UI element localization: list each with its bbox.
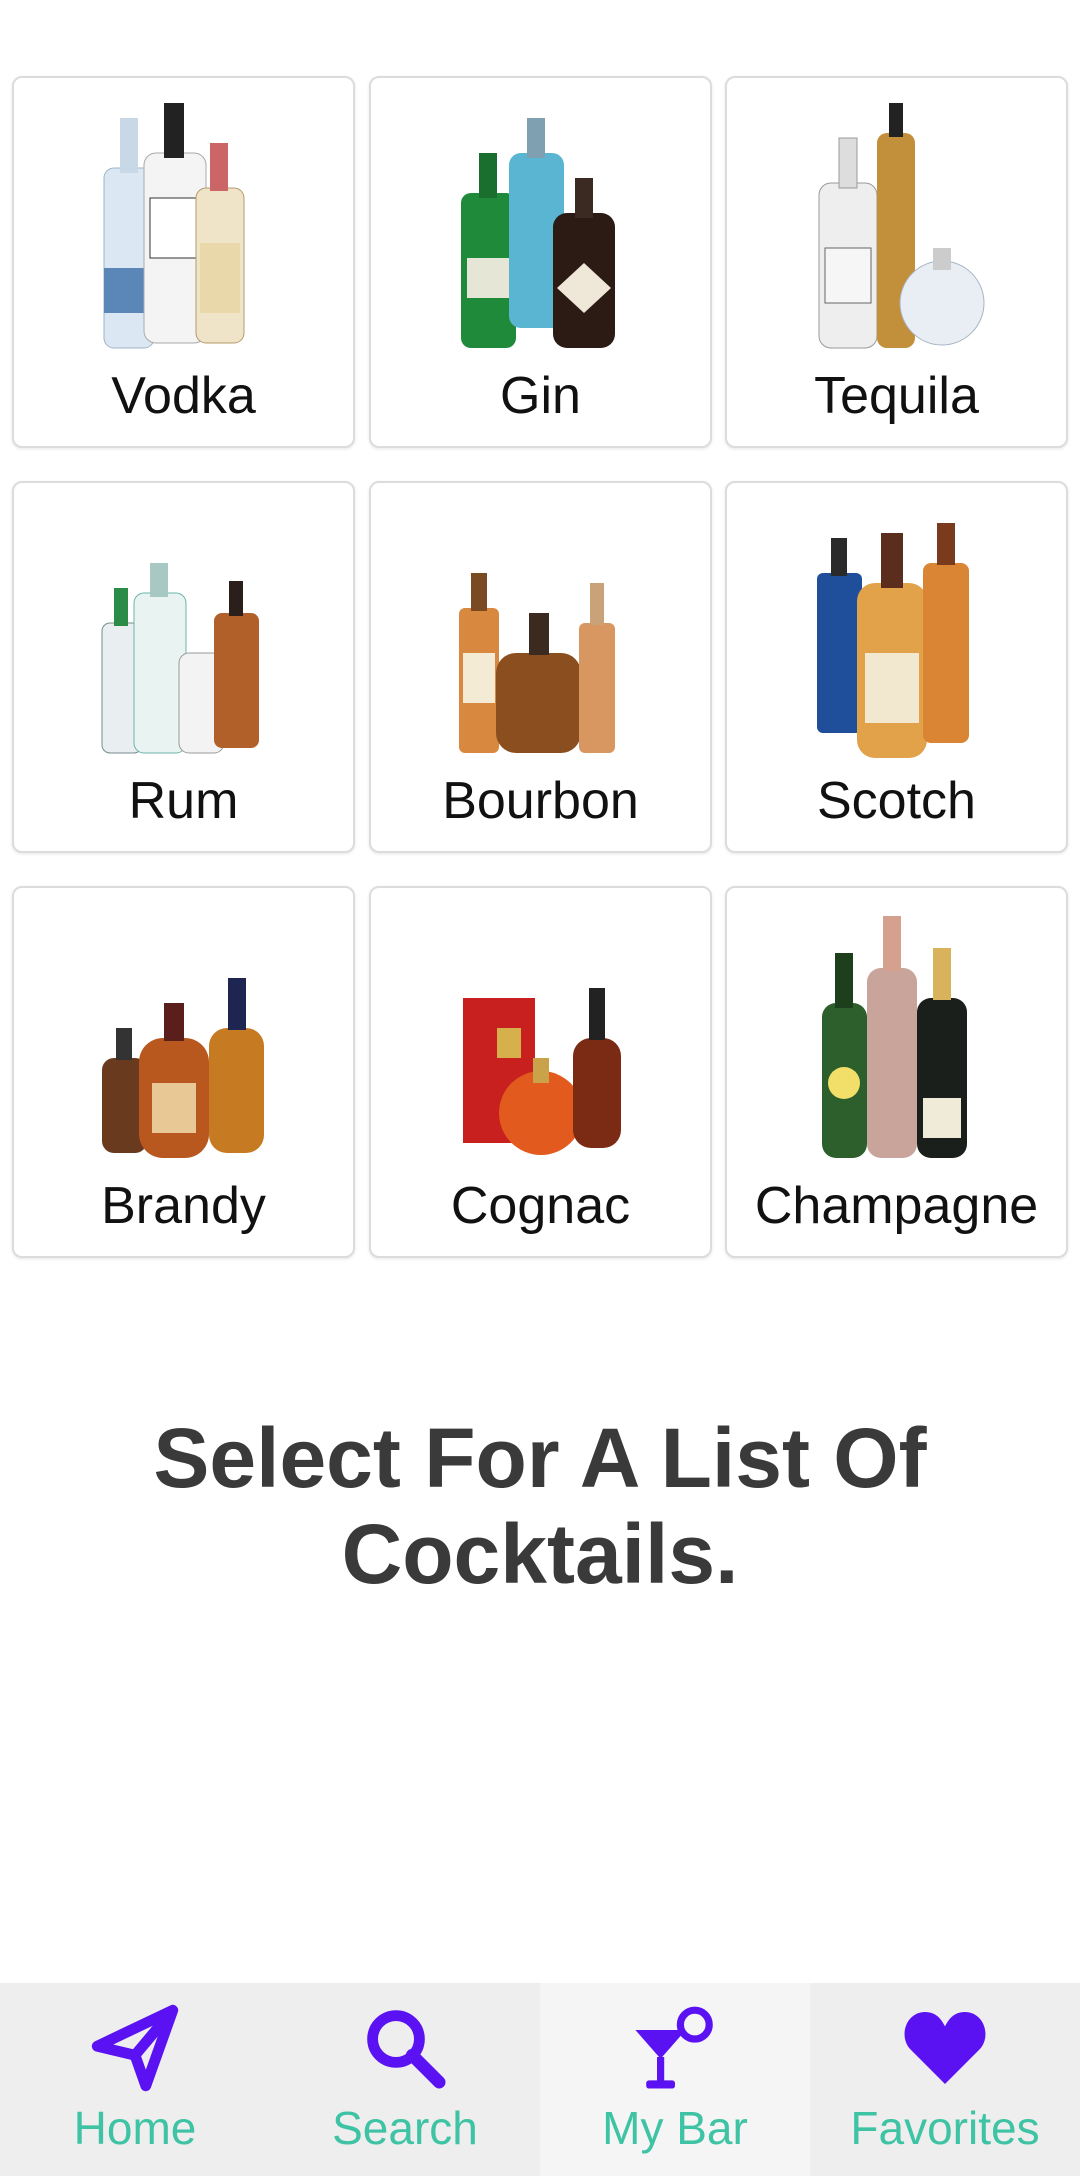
tab-my-bar[interactable]: My Bar [540, 1983, 810, 2176]
cognac-bottles-image [371, 888, 710, 1168]
category-label: Vodka [111, 367, 256, 425]
category-label: Champagne [754, 1177, 1039, 1235]
brandy-bottles-image [14, 888, 353, 1168]
app-root: Vodka Gin Tequila Rum Bourbon Scotch Bra… [0, 0, 1080, 2176]
instruction-text: Select For A List Of Cocktails. [153, 1411, 927, 1601]
vodka-bottles-image [14, 78, 353, 358]
search-icon [367, 2010, 446, 2089]
category-tile-tequila[interactable]: Tequila [725, 76, 1068, 448]
paper-plane-icon [91, 2004, 179, 2092]
tab-label: Favorites [850, 2102, 1040, 2154]
gin-bottles-image [371, 78, 710, 358]
tab-home[interactable]: Home [0, 1983, 270, 2176]
tab-label: Home [73, 2102, 197, 2154]
category-label: Bourbon [442, 772, 639, 830]
category-tile-scotch[interactable]: Scotch [725, 481, 1068, 853]
category-tile-cognac[interactable]: Cognac [369, 886, 712, 1258]
category-label: Cognac [450, 1177, 631, 1235]
category-label: Scotch [817, 772, 976, 830]
champagne-bottles-image [727, 888, 1066, 1168]
tab-search[interactable]: Search [270, 1983, 540, 2176]
category-label: Gin [500, 367, 581, 425]
category-tile-vodka[interactable]: Vodka [12, 76, 355, 448]
bottom-tab-bar: Home Search My Bar Favorites [0, 1983, 1080, 2176]
heart-icon [904, 2012, 986, 2084]
category-label: Rum [128, 772, 239, 830]
category-tile-bourbon[interactable]: Bourbon [369, 481, 712, 853]
tab-label: Search [332, 2102, 478, 2154]
tab-label: My Bar [602, 2102, 748, 2154]
tequila-bottles-image [727, 78, 1066, 358]
bourbon-bottles-image [371, 483, 710, 763]
category-tile-gin[interactable]: Gin [369, 76, 712, 448]
scotch-bottles-image [727, 483, 1066, 763]
category-label: Brandy [101, 1177, 266, 1235]
tab-favorites[interactable]: Favorites [810, 1983, 1080, 2176]
rum-bottles-image [14, 483, 353, 763]
category-tile-brandy[interactable]: Brandy [12, 886, 355, 1258]
category-tile-champagne[interactable]: Champagne [725, 886, 1068, 1258]
category-tile-rum[interactable]: Rum [12, 481, 355, 853]
category-label: Tequila [814, 367, 979, 425]
cocktail-glass-icon [635, 2006, 713, 2089]
